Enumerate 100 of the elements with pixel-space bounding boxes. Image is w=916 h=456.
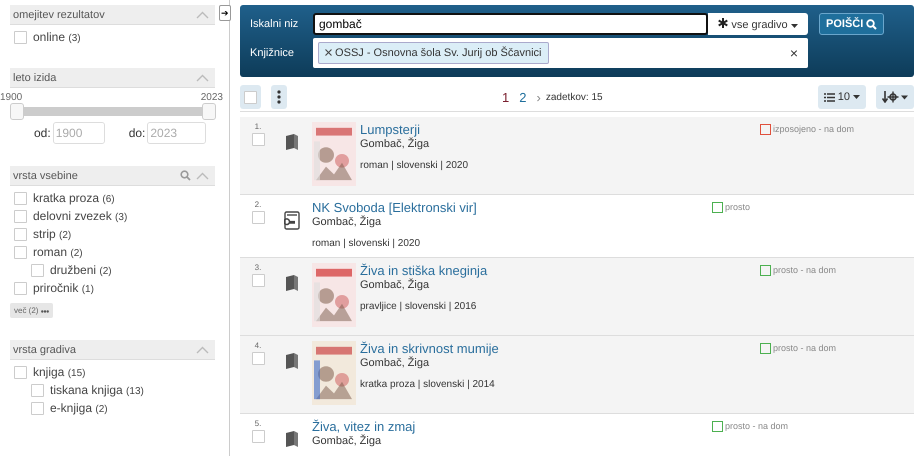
checkbox[interactable] bbox=[14, 282, 27, 294]
options-button[interactable] bbox=[271, 85, 287, 109]
search-field[interactable]: gombač bbox=[313, 13, 708, 35]
checkbox[interactable] bbox=[252, 352, 264, 365]
facet-label[interactable]: online (3) bbox=[33, 30, 81, 44]
libraries-label: Knjižnice bbox=[250, 47, 296, 59]
result-number: 1. bbox=[254, 122, 262, 131]
book-icon bbox=[285, 430, 299, 448]
select-all-checkbox[interactable] bbox=[240, 85, 261, 109]
sort-icon bbox=[882, 91, 908, 103]
search-button[interactable]: POIŠČI bbox=[819, 13, 884, 35]
hit-count: zadetkov: 15 bbox=[546, 92, 603, 102]
result-details: pravljice | slovenski | 2016 bbox=[360, 301, 478, 312]
more-button[interactable]: več (2) bbox=[10, 303, 53, 318]
availability-status: prosto - na dom bbox=[773, 265, 836, 275]
section-title: omejitev rezultatov bbox=[13, 8, 105, 20]
caret-icon bbox=[790, 24, 798, 28]
author: Gombač, Žiga bbox=[312, 216, 382, 228]
page-link[interactable]: 2 bbox=[519, 90, 527, 104]
author: Gombač, Žiga bbox=[360, 357, 430, 369]
book-icon bbox=[285, 274, 299, 292]
collapse-icon[interactable] bbox=[196, 10, 209, 18]
facet-label[interactable]: tiskana knjiga (13) bbox=[50, 383, 144, 397]
availability-status: izposojeno - na dom bbox=[773, 124, 854, 134]
section-header[interactable]: vrsta vsebine bbox=[10, 166, 215, 186]
availability-status: prosto - na dom bbox=[773, 343, 836, 353]
collapse-icon[interactable] bbox=[196, 172, 209, 180]
result-title-link[interactable]: Živa in skrivnost mumije bbox=[360, 341, 760, 356]
result-title-link[interactable]: Živa in stiška kneginja bbox=[360, 263, 760, 278]
ebook-icon bbox=[284, 211, 300, 230]
checkbox[interactable] bbox=[14, 246, 27, 258]
libraries-field[interactable]: OSSJ - Osnovna šola Sv. Jurij ob Ščavnici × bbox=[313, 38, 808, 68]
facet-label[interactable]: roman (2) bbox=[33, 245, 83, 259]
result-number: 2. bbox=[254, 200, 262, 209]
checkbox[interactable] bbox=[14, 192, 27, 204]
result-number: 4. bbox=[254, 341, 262, 350]
section-header[interactable]: vrsta gradiva bbox=[10, 340, 215, 360]
checkbox[interactable] bbox=[14, 366, 27, 378]
checkbox[interactable] bbox=[252, 211, 264, 224]
query-label: Iskalni niz bbox=[250, 18, 300, 30]
author: Gombač, Žiga bbox=[312, 435, 382, 447]
per-page-dropdown[interactable]: 10 bbox=[818, 85, 866, 109]
availability-status: prosto bbox=[725, 202, 750, 212]
facet-label[interactable]: knjiga (15) bbox=[33, 365, 86, 379]
section-title: vrsta vsebine bbox=[13, 170, 78, 182]
author: Gombač, Žiga bbox=[360, 138, 430, 150]
range-max: 2023 bbox=[200, 92, 223, 103]
checkbox[interactable] bbox=[31, 264, 44, 276]
section-header[interactable]: omejitev rezultatov bbox=[10, 5, 215, 25]
caret-icon bbox=[853, 95, 860, 99]
checkbox[interactable] bbox=[252, 133, 264, 146]
section-header[interactable]: leto izida bbox=[10, 68, 215, 88]
library-tag[interactable]: OSSJ - Osnovna šola Sv. Jurij ob Ščavnici bbox=[318, 42, 548, 64]
facet-label[interactable]: strip (2) bbox=[33, 227, 72, 241]
page-link[interactable]: 1 bbox=[502, 90, 510, 104]
facet-label[interactable]: priročnik (1) bbox=[33, 281, 94, 295]
sidebar-toggle[interactable]: ➔ bbox=[219, 5, 231, 21]
search-icon[interactable] bbox=[180, 170, 191, 181]
ellipsis-icon bbox=[40, 310, 49, 313]
result-title-link[interactable]: Živa, vitez in zmaj bbox=[312, 419, 712, 434]
to-label: do: bbox=[128, 126, 146, 140]
result-title-link[interactable]: NK Svoboda [Elektronski vir] bbox=[312, 200, 712, 215]
section-title: vrsta gradiva bbox=[13, 344, 76, 356]
checkbox[interactable] bbox=[252, 274, 264, 287]
collapse-icon[interactable] bbox=[196, 74, 209, 82]
author: Gombač, Žiga bbox=[360, 279, 430, 291]
collapse-icon[interactable] bbox=[196, 346, 209, 354]
result-number: 3. bbox=[254, 263, 262, 272]
range-min: 1900 bbox=[0, 92, 22, 103]
next-page-link[interactable]: › bbox=[536, 90, 541, 104]
section-title: leto izida bbox=[13, 72, 56, 84]
checkbox[interactable] bbox=[252, 430, 264, 443]
material-dropdown[interactable]: vse gradivo bbox=[708, 13, 808, 35]
search-icon bbox=[866, 18, 878, 30]
sort-dropdown[interactable] bbox=[876, 85, 914, 109]
book-icon bbox=[285, 352, 299, 370]
slider-handle[interactable] bbox=[202, 103, 216, 120]
checkbox[interactable] bbox=[14, 228, 27, 240]
result-title-link[interactable]: Lumpsterji bbox=[360, 122, 760, 137]
checkbox[interactable] bbox=[31, 402, 44, 414]
result-number: 5. bbox=[254, 419, 262, 428]
facet-label[interactable]: družbeni (2) bbox=[50, 263, 112, 277]
book-icon bbox=[285, 133, 299, 151]
asterisk-icon bbox=[718, 18, 728, 28]
list-icon bbox=[824, 92, 835, 102]
from-label: od: bbox=[34, 126, 51, 140]
slider-handle[interactable] bbox=[10, 103, 24, 120]
result-details: roman | slovenski | 2020 bbox=[360, 160, 470, 171]
facet-label[interactable]: delovni zvezek (3) bbox=[33, 209, 128, 223]
facet-label[interactable]: e-knjiga (2) bbox=[50, 401, 108, 415]
result-details: kratka proza | slovenski | 2014 bbox=[360, 379, 496, 390]
checkbox[interactable] bbox=[31, 384, 44, 396]
more-vertical-icon bbox=[277, 90, 281, 104]
checkbox[interactable] bbox=[14, 210, 27, 222]
remove-icon[interactable] bbox=[325, 49, 332, 56]
checkbox[interactable] bbox=[14, 30, 27, 44]
result-details: roman | slovenski | 2020 bbox=[312, 238, 422, 249]
facet-label[interactable]: kratka proza (6) bbox=[33, 191, 115, 205]
availability-status: prosto - na dom bbox=[725, 421, 788, 431]
clear-button[interactable]: × bbox=[790, 45, 798, 61]
